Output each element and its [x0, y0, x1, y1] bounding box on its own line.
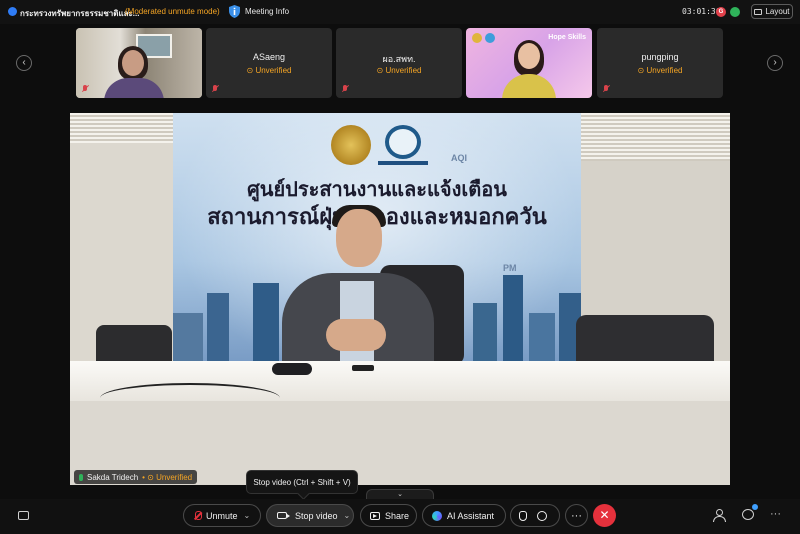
ai-assistant-icon [432, 510, 442, 521]
share-screen-icon [370, 511, 380, 520]
participant-status: ⊙ Unverified [246, 66, 292, 75]
leave-meeting-button[interactable]: ✕ [593, 504, 616, 527]
participant-tile-director[interactable]: ผอ.สพท. ⊙ Unverified [336, 28, 462, 98]
reactions-group [510, 504, 560, 527]
shield-info-icon[interactable] [229, 5, 240, 18]
mic-muted-icon [603, 85, 609, 93]
hope-skills-brand: Hope Skills [548, 34, 586, 41]
speaker-name-tag: Sakda Tridech • ⊙ Unverified [74, 470, 198, 484]
reactions-icon[interactable] [537, 510, 547, 521]
conference-mic [272, 363, 312, 375]
mic-muted-icon [194, 510, 202, 521]
pm-decor-label: PM [503, 263, 517, 273]
layout-button[interactable]: Layout [751, 4, 793, 19]
aqi-decor-label: AQI [451, 153, 468, 163]
participant-tile-asaeng[interactable]: ASaeng ⊙ Unverified [206, 28, 332, 98]
department-logo-icon [385, 125, 421, 159]
org-logo-icon [472, 33, 482, 43]
stop-video-tooltip: Stop video (Ctrl + Shift + V) [246, 470, 358, 494]
speaker-hands [326, 319, 386, 351]
participant-name: pungping [641, 52, 679, 62]
next-participants-button[interactable]: › [767, 55, 783, 71]
mic-muted-icon [82, 85, 88, 93]
layout-label: Layout [765, 7, 790, 16]
active-speaker-video[interactable]: ศูนย์ประสานงานและแจ้งเตือน สถานการณ์ฝุ่น… [70, 113, 730, 485]
participant-tile-pungping[interactable]: pungping ⊙ Unverified [597, 28, 723, 98]
overflow-menu-icon[interactable]: ··· [770, 508, 781, 520]
participant-name: ASaeng [252, 52, 286, 62]
unmute-label: Unmute [206, 510, 238, 521]
window-blinds [70, 113, 180, 143]
webex-logo-icon [8, 7, 17, 16]
camera-icon [277, 512, 290, 519]
window-blinds [580, 113, 730, 161]
mic-cable [100, 383, 280, 413]
mic-muted-icon [212, 85, 218, 93]
chat-unread-badge [752, 504, 758, 510]
raise-hand-icon[interactable] [519, 510, 527, 521]
layout-grid-icon [754, 8, 763, 15]
mic-active-icon [79, 473, 83, 481]
speaker-name: Sakda Tridech [87, 472, 139, 482]
mic-muted-icon [342, 85, 348, 93]
ai-assistant-button[interactable]: AI Assistant [422, 504, 506, 527]
participant-tile-hope-skills[interactable]: Hope Skills [466, 28, 592, 98]
more-options-button[interactable]: ··· [565, 504, 588, 527]
chevron-down-icon[interactable]: ⌄ [244, 511, 251, 520]
prev-participants-button[interactable]: ‹ [16, 55, 32, 71]
moderated-mode-label: (Moderated unmute mode) [125, 7, 220, 16]
share-label: Share [385, 510, 410, 521]
org-logo-icon [485, 33, 495, 43]
participant-face [518, 43, 540, 69]
speaker-face [336, 209, 382, 267]
participant-body [502, 74, 556, 98]
collapse-controls-handle[interactable]: ⌄ [366, 489, 434, 499]
participant-tile-video[interactable] [76, 28, 202, 98]
speaker-status: • ⊙ Unverified [142, 472, 193, 482]
top-bar: กระทรวงทรัพยากรธรรมชาติและ... (Moderated… [0, 0, 800, 24]
share-button[interactable]: Share [360, 504, 417, 527]
phone [352, 365, 374, 371]
ministry-emblem-icon [331, 125, 371, 165]
participants-icon[interactable] [713, 509, 726, 522]
participant-status: ⊙ Unverified [376, 66, 422, 75]
captions-icon[interactable] [18, 511, 29, 520]
department-logo-caption [378, 161, 428, 165]
chat-icon[interactable] [742, 509, 754, 520]
unmute-button[interactable]: Unmute ⌄ [183, 504, 261, 527]
chevron-down-icon[interactable]: ⌄ [344, 511, 351, 520]
participant-name: ผอ.สพท. [382, 54, 416, 64]
security-status-icon[interactable] [730, 7, 740, 17]
stop-video-label: Stop video [295, 510, 338, 521]
stop-video-button[interactable]: Stop video ⌄ [266, 504, 354, 527]
ai-assistant-label: AI Assistant [447, 510, 495, 521]
participant-face [122, 50, 144, 76]
meeting-title[interactable]: กระทรวงทรัพยากรธรรมชาติและ... [20, 7, 139, 20]
participant-status: ⊙ Unverified [637, 66, 683, 75]
recording-indicator-icon[interactable]: G [716, 7, 726, 17]
meeting-timer: 03:01:36 [682, 7, 721, 16]
meeting-info-button[interactable]: Meeting Info [245, 7, 289, 16]
